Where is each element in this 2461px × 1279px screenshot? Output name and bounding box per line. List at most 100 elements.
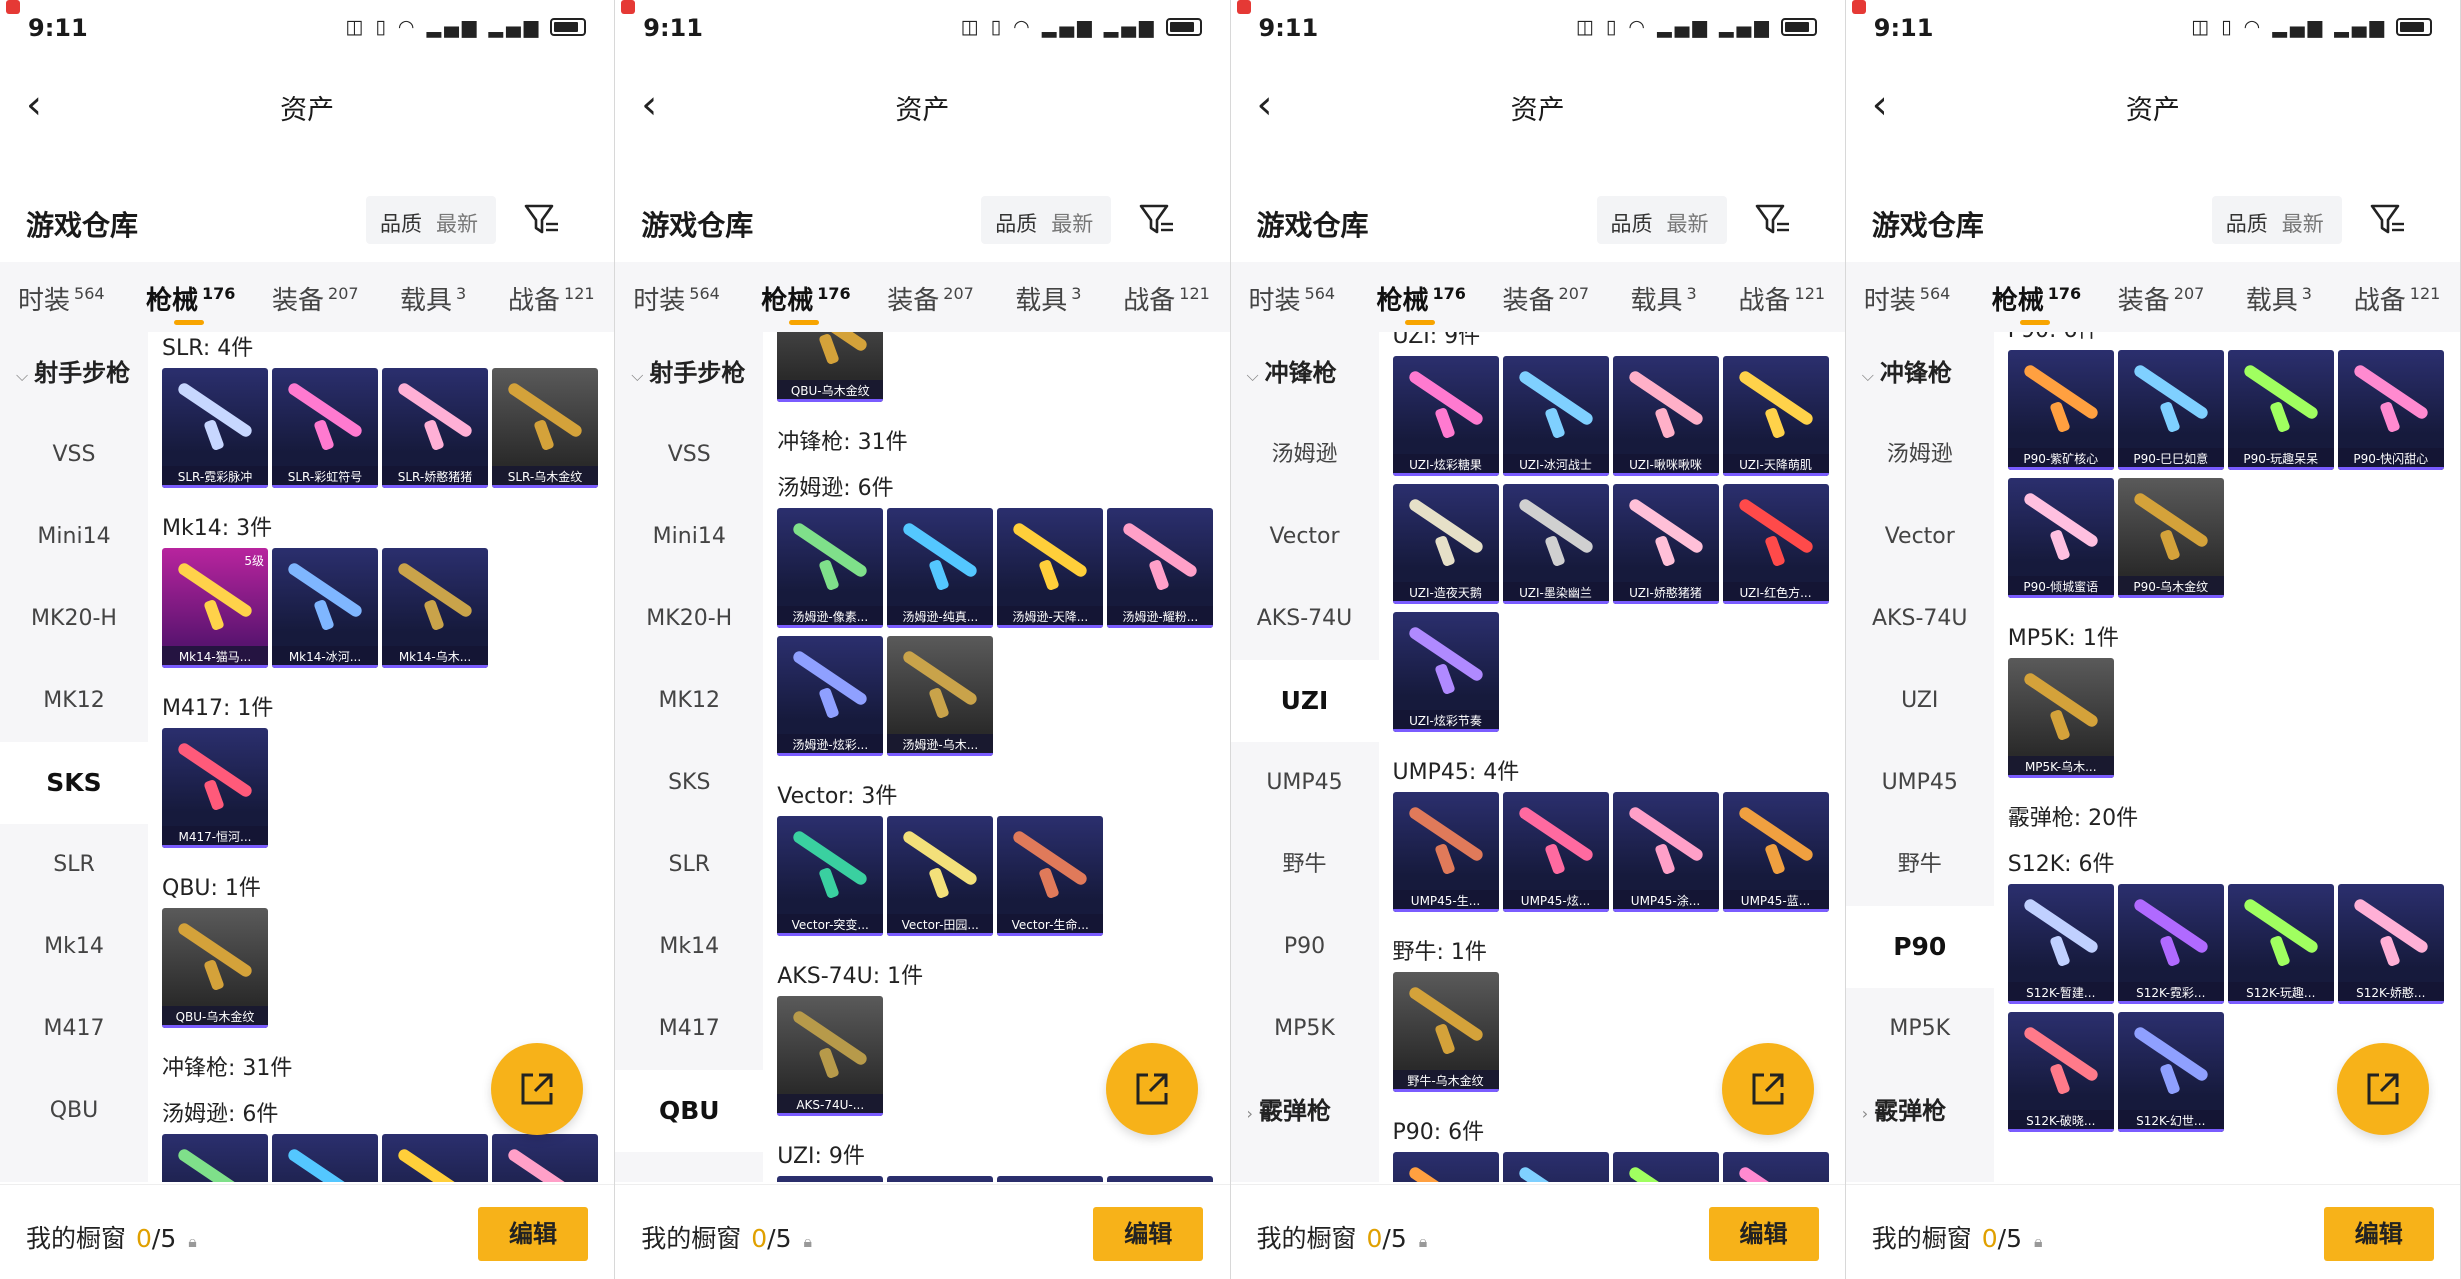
sidebar-item[interactable]: MK20-H	[0, 578, 148, 660]
sort-quality-button[interactable]: 品质	[380, 208, 422, 238]
weapon-skin-card[interactable]	[162, 1134, 268, 1182]
tab-guns[interactable]: 枪械 176	[146, 280, 235, 317]
weapon-skin-card[interactable]: QBU-乌木金纹	[777, 332, 884, 402]
sidebar-item[interactable]: MP5K	[1231, 988, 1379, 1070]
weapon-skin-card[interactable]: SLR-霓彩脉冲	[162, 368, 268, 488]
weapon-skin-card[interactable]: P90-倾城蜜语	[2007, 478, 2114, 598]
weapon-skin-card[interactable]: Mk14-冰河...	[272, 548, 378, 668]
tab-supplies[interactable]: 战备 121	[2354, 280, 2441, 317]
tab-equipment[interactable]: 装备 207	[272, 280, 359, 317]
sort-quality-button[interactable]: 品质	[995, 208, 1037, 238]
sidebar-item[interactable]: 野牛	[1231, 824, 1379, 906]
sidebar-item[interactable]: M417	[615, 988, 763, 1070]
weapon-skin-card[interactable]: SLR-彩虹符号	[272, 368, 378, 488]
weapon-skin-card[interactable]: UZI-冰河战士	[1502, 356, 1609, 476]
sidebar-item[interactable]: ⌵ 射手步枪	[0, 332, 148, 414]
share-button[interactable]	[1721, 1043, 1814, 1135]
sidebar-item[interactable]: SLR	[0, 824, 148, 906]
weapon-skin-card[interactable]: UZI-造夜天鹅	[1392, 484, 1499, 604]
weapon-skin-card[interactable]: UZI-天降萌肌	[1722, 356, 1829, 476]
weapon-skin-card[interactable]	[1722, 1152, 1829, 1182]
sidebar-item[interactable]: QBU	[0, 1070, 148, 1152]
sidebar-item[interactable]: VSS	[0, 414, 148, 496]
sidebar-item[interactable]: UZI	[1846, 660, 1994, 742]
filter-icon[interactable]	[2368, 200, 2408, 240]
share-button[interactable]	[2336, 1043, 2429, 1135]
weapon-skin-card[interactable]	[1107, 1176, 1214, 1182]
sort-quality-button[interactable]: 品质	[2226, 208, 2268, 238]
weapon-skin-card[interactable]	[887, 1176, 994, 1182]
weapon-skin-card[interactable]: S12K-娇憨...	[2337, 884, 2444, 1004]
tab-vehicles[interactable]: 载具 3	[400, 280, 466, 317]
weapon-skin-card[interactable]: MP5K-乌木...	[2007, 658, 2114, 778]
sidebar-item[interactable]: UMP45	[1231, 742, 1379, 824]
tab-supplies[interactable]: 战备 121	[1739, 280, 1826, 317]
weapon-skin-card[interactable]: UMP45-炫...	[1502, 792, 1609, 912]
weapon-skin-card[interactable]: Mk14-乌木...	[382, 548, 488, 668]
weapon-skin-card[interactable]: P90-紫矿核心	[2007, 350, 2114, 470]
weapon-skin-card[interactable]	[272, 1134, 378, 1182]
weapon-skin-card[interactable]: UZI-炫彩节奏	[1392, 612, 1499, 732]
filter-icon[interactable]	[1753, 200, 1793, 240]
sidebar-item[interactable]: 野牛	[1846, 824, 1994, 906]
weapon-skin-card[interactable]: UZI-红色方...	[1722, 484, 1829, 604]
tab-fashion[interactable]: 时装 564	[633, 280, 720, 317]
share-button[interactable]	[1106, 1043, 1199, 1135]
sort-latest-button[interactable]: 最新	[1051, 208, 1093, 238]
weapon-skin-card[interactable]: 汤姆逊-纯真...	[887, 508, 994, 628]
weapon-skin-card[interactable]: Vector-田园...	[887, 816, 994, 936]
tab-vehicles[interactable]: 载具 3	[1631, 280, 1697, 317]
weapon-skin-card[interactable]: S12K-暂建...	[2007, 884, 2114, 1004]
weapon-skin-card[interactable]	[1502, 1152, 1609, 1182]
sidebar-item[interactable]: › 霰弹枪	[1231, 1070, 1379, 1152]
weapon-skin-card[interactable]: 汤姆逊-天降...	[997, 508, 1104, 628]
weapon-skin-card[interactable]: S12K-破晓...	[2007, 1012, 2114, 1132]
sidebar-item[interactable]: MK12	[0, 660, 148, 742]
filter-icon[interactable]	[1137, 200, 1177, 240]
weapon-skin-card[interactable]: P90-乌木金纹	[2117, 478, 2224, 598]
sidebar-item[interactable]: AKS-74U	[1231, 578, 1379, 660]
weapon-skin-card[interactable]: AKS-74U-...	[777, 996, 884, 1116]
weapon-skin-card[interactable]	[1612, 1152, 1719, 1182]
weapon-skin-card[interactable]: QBU-乌木金纹	[162, 908, 268, 1028]
sidebar-item[interactable]: Mk14	[615, 906, 763, 988]
tab-fashion[interactable]: 时装 564	[1249, 280, 1336, 317]
sidebar-item[interactable]: 汤姆逊	[1846, 414, 1994, 496]
edit-button[interactable]: 编辑	[1093, 1207, 1204, 1261]
sidebar-item[interactable]: MP5K	[1846, 988, 1994, 1070]
weapon-skin-card[interactable]: UMP45-涂...	[1612, 792, 1719, 912]
weapon-skin-card[interactable]: 野牛-乌木金纹	[1392, 972, 1499, 1092]
sidebar-item[interactable]: › 霰弹枪	[1846, 1070, 1994, 1152]
sidebar-item[interactable]: Mini14	[0, 496, 148, 578]
sidebar-item[interactable]: Mk14	[0, 906, 148, 988]
tab-fashion[interactable]: 时装 564	[18, 280, 105, 317]
tab-guns[interactable]: 枪械 176	[1377, 280, 1466, 317]
sort-latest-button[interactable]: 最新	[436, 208, 478, 238]
weapon-skin-card[interactable]: UMP45-生...	[1392, 792, 1499, 912]
weapon-skin-card[interactable]: UZI-娇憨猪猪	[1612, 484, 1719, 604]
weapon-skin-card[interactable]: UMP45-蓝...	[1722, 792, 1829, 912]
weapon-skin-card[interactable]: UZI-炫彩糖果	[1392, 356, 1499, 476]
sidebar-item[interactable]: ⌵ 冲锋枪	[1231, 332, 1379, 414]
sidebar-item[interactable]: UZI	[1230, 660, 1379, 742]
tab-guns[interactable]: 枪械 176	[761, 280, 850, 317]
sidebar-item[interactable]: P90	[1231, 906, 1379, 988]
tab-fashion[interactable]: 时装 564	[1864, 280, 1951, 317]
tab-equipment[interactable]: 装备 207	[2118, 280, 2205, 317]
weapon-skin-card[interactable]: S12K-霓彩...	[2117, 884, 2224, 1004]
sidebar-item[interactable]: MK20-H	[615, 578, 763, 660]
sidebar-item[interactable]: UMP45	[1846, 742, 1994, 824]
weapon-skin-card[interactable]: SLR-娇憨猪猪	[382, 368, 488, 488]
edit-button[interactable]: 编辑	[2323, 1207, 2434, 1261]
sidebar-item[interactable]: 汤姆逊	[1231, 414, 1379, 496]
weapon-skin-card[interactable]: P90-玩趣呆呆	[2227, 350, 2334, 470]
weapon-skin-card[interactable]: S12K-玩趣...	[2227, 884, 2334, 1004]
weapon-skin-card[interactable]	[382, 1134, 488, 1182]
share-button[interactable]	[491, 1043, 583, 1135]
weapon-skin-card[interactable]	[997, 1176, 1104, 1182]
weapon-skin-card[interactable]: Vector-生命...	[997, 816, 1104, 936]
weapon-skin-card[interactable]: 汤姆逊-像素...	[777, 508, 884, 628]
weapon-skin-card[interactable]: Vector-突变...	[777, 816, 884, 936]
filter-icon[interactable]	[522, 200, 562, 240]
sidebar-item[interactable]: P90	[1845, 906, 1994, 988]
